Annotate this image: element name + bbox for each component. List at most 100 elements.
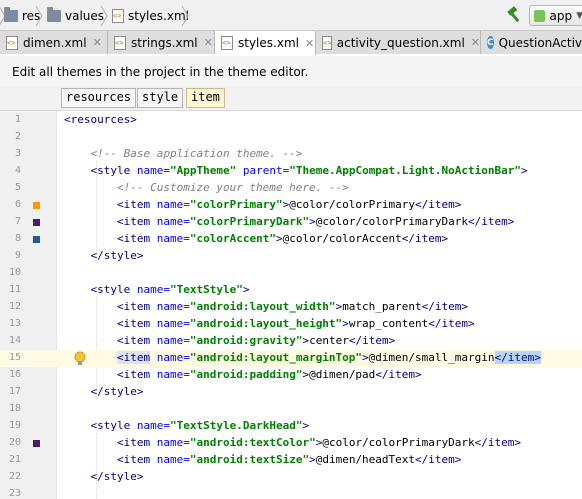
line-number: 12 xyxy=(8,301,21,312)
line-number: 21 xyxy=(8,454,21,465)
code-text: <item name="android:textColor">@color/co… xyxy=(64,436,521,449)
xml-tag: > xyxy=(342,317,349,330)
folder-icon xyxy=(4,7,18,22)
code-text: </style> xyxy=(64,249,144,262)
tag-crumb-resources[interactable]: resources xyxy=(61,88,137,108)
close-icon[interactable]: ✕ xyxy=(305,37,314,50)
tab-label: strings.xml xyxy=(131,35,198,50)
xml-attribute-value: "android:padding" xyxy=(189,368,303,381)
code-line[interactable]: 12 <item name="android:layout_width">mat… xyxy=(0,299,582,316)
tab-label: styles.xml xyxy=(238,36,299,50)
breadcrumb-values[interactable]: values xyxy=(47,7,104,24)
code-line[interactable]: 18 xyxy=(0,401,582,418)
code-line[interactable]: 22 </style> xyxy=(0,469,582,486)
code-line[interactable]: 10 xyxy=(0,265,582,282)
navigation-bar: res values styles.xml app ▼ xyxy=(0,0,582,31)
tag-crumb-style[interactable]: style xyxy=(137,88,184,108)
make-project-icon[interactable] xyxy=(505,6,523,24)
banner-text: Edit all themes in the project in the th… xyxy=(12,65,309,79)
xml-file-icon xyxy=(322,35,332,50)
code-text: <resources> xyxy=(64,113,137,126)
color-swatch-icon[interactable] xyxy=(33,440,40,447)
xml-tag: </style> xyxy=(90,470,144,483)
xml-attribute: name= xyxy=(136,164,170,177)
code-line[interactable]: 9 </style> xyxy=(0,248,582,265)
code-line[interactable]: 15 <item name="android:layout_marginTop"… xyxy=(0,350,582,367)
code-line[interactable]: 20 <item name="android:textColor">@color… xyxy=(0,435,582,452)
tab-dimen-xml[interactable]: dimen.xml ✕ xyxy=(0,31,108,54)
code-line[interactable]: 5 <!-- Customize your theme here. --> xyxy=(0,180,582,197)
color-swatch-icon[interactable] xyxy=(33,236,40,243)
line-number: 14 xyxy=(8,335,21,346)
code-line[interactable]: 16 <item name="android:padding">@dimen/p… xyxy=(0,367,582,384)
run-configuration-label: app xyxy=(549,8,573,23)
code-editor[interactable]: 1 <resources> 2 3 <!-- Base application the… xyxy=(0,111,582,499)
editor-tab-bar: dimen.xml ✕ strings.xml ✕ styles.xml ✕ a… xyxy=(0,31,582,55)
code-line[interactable]: 8 <item name="colorAccent">@color/colorA… xyxy=(0,231,582,248)
xml-text: match_parent xyxy=(342,300,422,313)
xml-tag: </item> xyxy=(375,368,422,381)
code-line[interactable]: 1 <resources> xyxy=(0,112,582,129)
code-line[interactable]: 4 <style name="AppTheme" parent="Theme.A… xyxy=(0,163,582,180)
xml-attribute: name= xyxy=(156,453,190,466)
code-line[interactable]: 2 xyxy=(0,129,582,146)
xml-tag: </item> xyxy=(474,436,522,449)
code-line[interactable]: 14 <item name="android:gravity">center</… xyxy=(0,333,582,350)
line-number: 23 xyxy=(8,488,21,499)
xml-tag: > xyxy=(242,283,250,296)
tab-activity-question-xml[interactable]: activity_question.xml ✕ xyxy=(316,31,481,54)
close-icon[interactable]: ✕ xyxy=(204,36,213,49)
xml-text: @color/colorPrimaryDark xyxy=(322,436,475,449)
xml-attribute: name= xyxy=(156,334,190,347)
xml-file-icon xyxy=(112,9,124,23)
code-line[interactable]: 17 </style> xyxy=(0,384,582,401)
close-icon[interactable]: ✕ xyxy=(471,36,480,49)
code-text: <item name="colorAccent">@color/colorAcc… xyxy=(64,232,448,245)
xml-tag: <item xyxy=(116,351,151,364)
code-text: <style name="TextStyle.DarkHead"> xyxy=(64,419,310,432)
chevron-right-icon xyxy=(34,5,44,27)
code-line[interactable]: 21 <item name="android:textSize">@dimen/… xyxy=(0,452,582,469)
code-line[interactable]: 6 <item name="colorPrimary">@color/color… xyxy=(0,197,582,214)
code-line[interactable]: 13 <item name="android:layout_height">wr… xyxy=(0,316,582,333)
xml-text: wrap_content xyxy=(348,317,429,330)
code-text: <item name="android:gravity">center</ite… xyxy=(64,334,395,347)
code-text: <item name="android:textSize">@dimen/hea… xyxy=(64,453,461,466)
color-swatch-icon[interactable] xyxy=(33,219,40,226)
xml-tag: </item> xyxy=(348,334,396,347)
code-line[interactable]: 3 <!-- Base application theme. --> xyxy=(0,146,582,163)
xml-attribute-value: "android:layout_height" xyxy=(189,317,343,330)
code-line[interactable]: 11 <style name="TextStyle"> xyxy=(0,282,582,299)
close-icon[interactable]: ✕ xyxy=(93,36,102,49)
xml-text: center xyxy=(309,334,349,347)
code-line[interactable]: 7 <item name="colorPrimaryDark">@color/c… xyxy=(0,214,582,231)
tab-label: activity_question.xml xyxy=(336,35,465,50)
xml-attribute-value: "colorPrimary" xyxy=(189,198,283,211)
line-number: 18 xyxy=(8,403,21,414)
xml-tag: > xyxy=(362,351,369,364)
folder-icon xyxy=(47,7,61,22)
code-text: </style> xyxy=(64,385,144,398)
xml-text: @color/colorAccent xyxy=(282,232,402,245)
code-line[interactable]: 19 <style name="TextStyle.DarkHead"> xyxy=(0,418,582,435)
tab-question-activity[interactable]: C QuestionActivi xyxy=(481,31,582,54)
run-configuration-dropdown[interactable]: app ▼ xyxy=(529,5,582,26)
xml-attribute: parent= xyxy=(242,164,290,177)
tab-strings-xml[interactable]: strings.xml ✕ xyxy=(108,31,215,54)
xml-text: @color/colorPrimaryDark xyxy=(315,215,469,228)
xml-tag: <item xyxy=(116,334,151,347)
line-number: 19 xyxy=(8,420,21,431)
code-text: <!-- Base application theme. --> xyxy=(64,147,303,160)
code-line[interactable]: 23 xyxy=(0,486,582,499)
xml-tag: <resources> xyxy=(64,113,137,126)
xml-tag: <style xyxy=(90,419,131,432)
tag-crumb-item[interactable]: item xyxy=(186,88,225,108)
xml-tag: <item xyxy=(116,368,151,381)
breadcrumb-styles-xml[interactable]: styles.xml xyxy=(112,8,189,24)
xml-tag: <item xyxy=(116,215,151,228)
tab-styles-xml[interactable]: styles.xml ✕ xyxy=(215,31,316,55)
xml-attribute: name= xyxy=(156,232,190,245)
xml-tag: </item> xyxy=(415,198,462,211)
color-swatch-icon[interactable] xyxy=(33,202,40,209)
xml-tag: </style> xyxy=(90,249,144,262)
